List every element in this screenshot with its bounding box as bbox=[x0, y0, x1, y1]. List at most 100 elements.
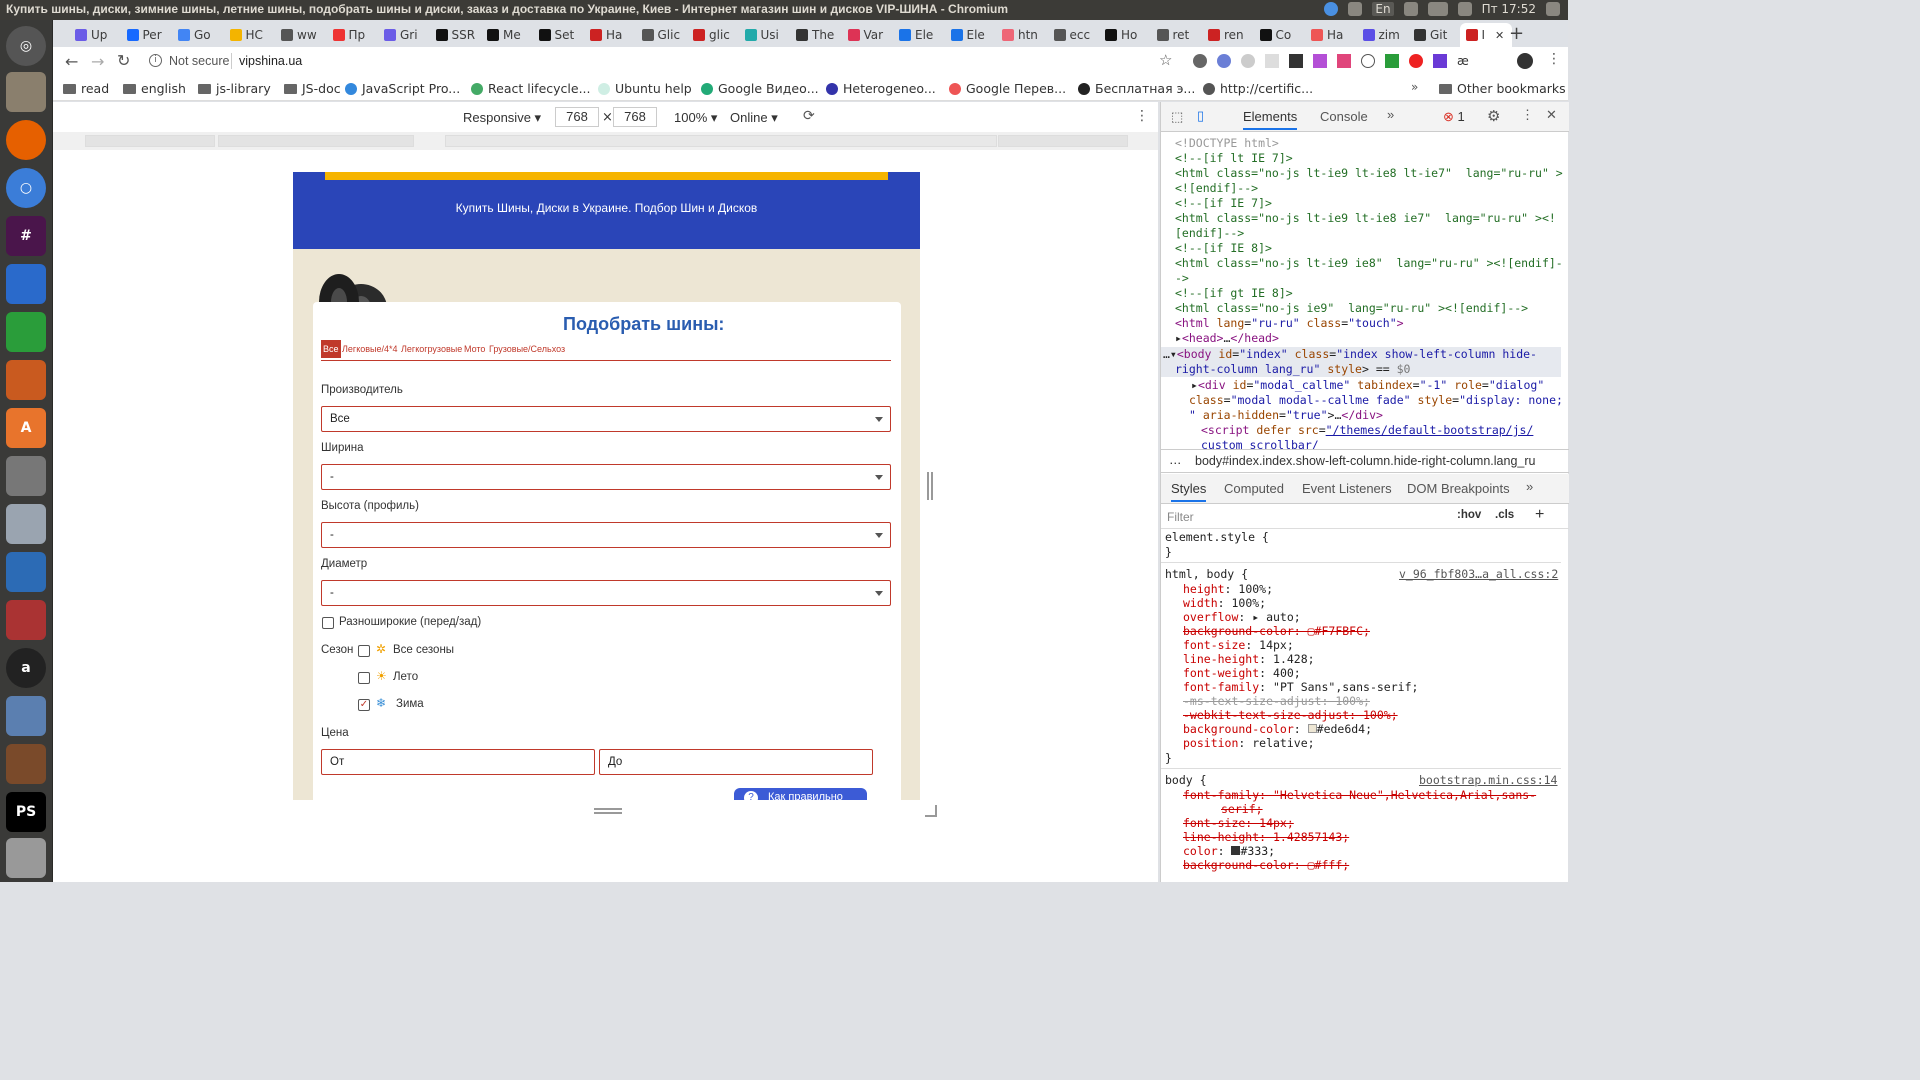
media-query-ruler[interactable] bbox=[53, 132, 1158, 150]
browser-tab[interactable]: Per bbox=[121, 23, 173, 47]
rotate-icon[interactable]: ⟳ bbox=[803, 108, 815, 124]
tab-truck-agro[interactable]: Грузовые/Сельхоз bbox=[489, 344, 565, 354]
dom-breadcrumb[interactable]: … body#index.index.show-left-column.hide… bbox=[1161, 449, 1569, 473]
bookmarks-overflow-icon[interactable]: » bbox=[1411, 80, 1418, 94]
browser-tab[interactable]: Ele bbox=[893, 23, 945, 47]
tab-console[interactable]: Console bbox=[1320, 109, 1368, 124]
bluetooth-icon[interactable] bbox=[1403, 2, 1418, 16]
width-input[interactable]: 768 bbox=[555, 107, 599, 127]
tab-all[interactable]: Все bbox=[321, 340, 341, 358]
battery-icon[interactable] bbox=[1427, 2, 1448, 16]
browser-tab[interactable]: ren bbox=[1202, 23, 1254, 47]
more-tabs-icon[interactable]: » bbox=[1387, 107, 1394, 122]
browser-tab[interactable]: Пр bbox=[327, 23, 379, 47]
browser-tab[interactable]: Git bbox=[1408, 23, 1460, 47]
close-tab-icon[interactable]: ✕ bbox=[1495, 29, 1504, 42]
files-icon[interactable] bbox=[6, 72, 46, 112]
browser-tab[interactable]: Usi bbox=[739, 23, 791, 47]
tab-computed[interactable]: Computed bbox=[1224, 481, 1284, 496]
tab-moto[interactable]: Мото bbox=[464, 344, 485, 354]
error-icon[interactable]: ⊗ 1 bbox=[1443, 109, 1465, 125]
styles-filter-input[interactable]: Filter bbox=[1167, 510, 1194, 524]
browser-tab[interactable]: Gri bbox=[378, 23, 430, 47]
profile-avatar[interactable] bbox=[1517, 53, 1533, 69]
bookmark-item[interactable]: Heterogeneo... bbox=[826, 81, 936, 96]
clock[interactable]: Пт 17:52 bbox=[1482, 2, 1536, 16]
browser-tab[interactable]: Go bbox=[172, 23, 224, 47]
ruler-segment[interactable] bbox=[85, 135, 215, 147]
devtools-menu-icon[interactable]: ⋮ bbox=[1521, 107, 1534, 123]
browser-tab[interactable]: SSR bbox=[430, 23, 482, 47]
tab-light-truck[interactable]: Легкогрузовые bbox=[401, 344, 462, 354]
bookmark-item[interactable]: JavaScript Pro... bbox=[345, 81, 460, 96]
browser-tab[interactable]: Set bbox=[533, 23, 585, 47]
breadcrumb-item[interactable]: body#index.index.show-left-column.hide-r… bbox=[1195, 454, 1535, 468]
height-input[interactable]: 768 bbox=[613, 107, 657, 127]
extension-icon[interactable] bbox=[1385, 54, 1399, 68]
thermometer-icon[interactable] bbox=[6, 696, 46, 736]
browser-tab[interactable]: HC bbox=[224, 23, 276, 47]
ruler-segment[interactable] bbox=[218, 135, 414, 147]
notes-icon[interactable] bbox=[6, 838, 46, 878]
resize-handle-right[interactable] bbox=[927, 472, 933, 500]
ubuntu-logo-icon[interactable]: ◎ bbox=[6, 26, 46, 66]
add-rule-icon[interactable]: + bbox=[1535, 506, 1544, 524]
bookmark-item[interactable]: React lifecycle... bbox=[471, 81, 590, 96]
class-toggle[interactable]: .cls bbox=[1495, 509, 1514, 521]
browser-tab[interactable]: Ha bbox=[584, 23, 636, 47]
system-monitor-icon[interactable] bbox=[6, 552, 46, 592]
ruler-segment[interactable] bbox=[998, 135, 1128, 147]
browser-tab[interactable]: Ho bbox=[1099, 23, 1151, 47]
security-label[interactable]: Not secure bbox=[169, 54, 229, 68]
bookmark-item[interactable]: Google Перев... bbox=[949, 81, 1066, 96]
network-icon[interactable] bbox=[1348, 2, 1363, 16]
bookmark-item[interactable]: js-library bbox=[198, 81, 271, 96]
diameter-select[interactable]: - bbox=[321, 580, 891, 606]
installer-icon[interactable] bbox=[6, 600, 46, 640]
bookmark-item[interactable]: english bbox=[123, 81, 186, 96]
settings-icon[interactable] bbox=[6, 456, 46, 496]
price-to-input[interactable]: До bbox=[599, 749, 873, 775]
browser-tab[interactable]: zim bbox=[1357, 23, 1409, 47]
device-menu-icon[interactable]: ⋮ bbox=[1135, 108, 1149, 124]
inspect-icon[interactable]: ⬚ bbox=[1171, 109, 1183, 125]
height-select[interactable]: - bbox=[321, 522, 891, 548]
breadcrumb-ellipsis[interactable]: … bbox=[1169, 453, 1182, 467]
slack-icon[interactable]: # bbox=[6, 216, 46, 256]
width-select[interactable]: - bbox=[321, 464, 891, 490]
extension-icon[interactable] bbox=[1409, 54, 1423, 68]
browser-tab[interactable]: Ele bbox=[945, 23, 997, 47]
resize-handle-corner[interactable] bbox=[925, 805, 937, 817]
hover-toggle[interactable]: :hov bbox=[1457, 509, 1481, 521]
tab-elements[interactable]: Elements bbox=[1243, 109, 1298, 130]
software-center-icon[interactable]: A bbox=[6, 408, 46, 448]
extension-icon[interactable] bbox=[1337, 54, 1351, 68]
bookmark-item[interactable]: http://certific... bbox=[1203, 81, 1313, 96]
extension-icon[interactable] bbox=[1313, 54, 1327, 68]
tab-dom-breakpoints[interactable]: DOM Breakpoints bbox=[1407, 481, 1510, 496]
zoom-select[interactable]: 100% ▾ bbox=[674, 110, 717, 126]
new-tab-button[interactable]: + bbox=[1509, 23, 1524, 44]
reload-icon[interactable]: ↻ bbox=[117, 51, 130, 70]
browser-tab[interactable]: Me bbox=[481, 23, 533, 47]
writer-icon[interactable] bbox=[6, 264, 46, 304]
firefox-icon[interactable] bbox=[6, 120, 46, 160]
close-icon[interactable]: ✕ bbox=[1546, 107, 1557, 123]
amazon-icon[interactable]: a bbox=[6, 648, 46, 688]
keyboard-layout[interactable]: En bbox=[1372, 2, 1394, 16]
extension-icon[interactable] bbox=[1289, 54, 1303, 68]
calc-icon[interactable] bbox=[6, 312, 46, 352]
browser-tab[interactable]: ecc bbox=[1048, 23, 1100, 47]
rule-source-link[interactable]: bootstrap.min.css:14 bbox=[1419, 773, 1557, 787]
bookmark-item[interactable]: read bbox=[63, 81, 109, 96]
network-select[interactable]: Online ▾ bbox=[730, 110, 778, 126]
extension-icon[interactable] bbox=[1193, 54, 1207, 68]
volume-icon[interactable] bbox=[1457, 2, 1472, 16]
browser-tab[interactable]: Co bbox=[1254, 23, 1306, 47]
extension-icon[interactable] bbox=[1361, 54, 1375, 68]
browser-tab[interactable]: htn bbox=[996, 23, 1048, 47]
browser-tab[interactable]: glic bbox=[687, 23, 739, 47]
browser-tab[interactable]: Ha bbox=[1305, 23, 1357, 47]
staggered-checkbox[interactable] bbox=[322, 617, 334, 629]
device-mode-select[interactable]: Responsive ▾ bbox=[463, 110, 541, 126]
